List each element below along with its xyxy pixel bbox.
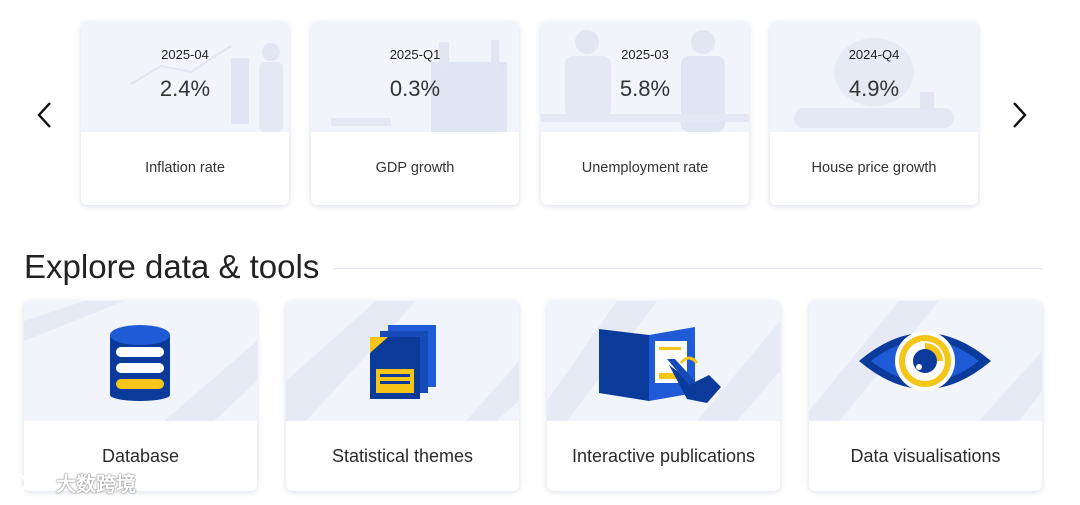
indicator-label: Unemployment rate xyxy=(581,160,709,176)
card-illustration xyxy=(24,301,257,421)
card-illustration xyxy=(547,301,780,421)
eye-chart-icon xyxy=(859,331,991,391)
indicator-card-house-price[interactable]: 2024-Q4 4.9% House price growth xyxy=(770,22,978,205)
indicator-period: 2024-Q4 xyxy=(848,47,900,62)
indicator-label: GDP growth xyxy=(375,160,455,176)
indicator-value: 4.9% xyxy=(848,76,900,101)
chevron-left-icon xyxy=(37,102,51,128)
tool-label: Database xyxy=(101,446,180,466)
section-title: Explore data & tools xyxy=(24,248,320,285)
touch-publication-icon xyxy=(599,327,721,403)
carousel-next-button[interactable] xyxy=(1002,98,1036,132)
indicator-label: Inflation rate xyxy=(145,160,225,176)
tool-label: Data visualisations xyxy=(850,446,1001,466)
indicator-period: 2025-04 xyxy=(161,47,209,62)
card-illustration xyxy=(286,301,519,421)
tool-label: Interactive publications xyxy=(571,446,756,466)
tool-card-database[interactable]: Database xyxy=(24,301,257,491)
indicator-card-gdp[interactable]: 2025-Q1 0.3% GDP growth xyxy=(311,22,519,205)
indicator-value: 0.3% xyxy=(389,76,441,101)
indicator-card-unemployment[interactable]: 2025-03 5.8% Unemployment rate xyxy=(541,22,749,205)
indicator-card-inflation[interactable]: 2025-04 2.4% Inflation rate xyxy=(81,22,289,205)
indicator-label: House price growth xyxy=(811,160,937,176)
tool-label: Statistical themes xyxy=(331,446,474,466)
carousel-prev-button[interactable] xyxy=(28,98,62,132)
tool-card-statistical-themes[interactable]: Statistical themes xyxy=(286,301,519,491)
watermark-text: 大数跨境 xyxy=(56,474,136,496)
card-illustration xyxy=(809,301,1042,421)
indicator-value: 2.4% xyxy=(159,76,211,101)
indicator-period: 2025-03 xyxy=(621,47,669,62)
tool-card-interactive-publications[interactable]: Interactive publications xyxy=(547,301,780,491)
chevron-right-icon xyxy=(1013,102,1027,128)
indicator-period: 2025-Q1 xyxy=(389,47,441,62)
database-icon xyxy=(110,325,170,401)
watermark-logo-icon xyxy=(8,473,49,492)
watermark: 大数跨境 xyxy=(8,468,136,497)
tool-card-data-visualisations[interactable]: Data visualisations xyxy=(809,301,1042,491)
indicator-value: 5.8% xyxy=(619,76,671,101)
section-divider xyxy=(334,268,1042,269)
documents-icon xyxy=(370,325,436,399)
